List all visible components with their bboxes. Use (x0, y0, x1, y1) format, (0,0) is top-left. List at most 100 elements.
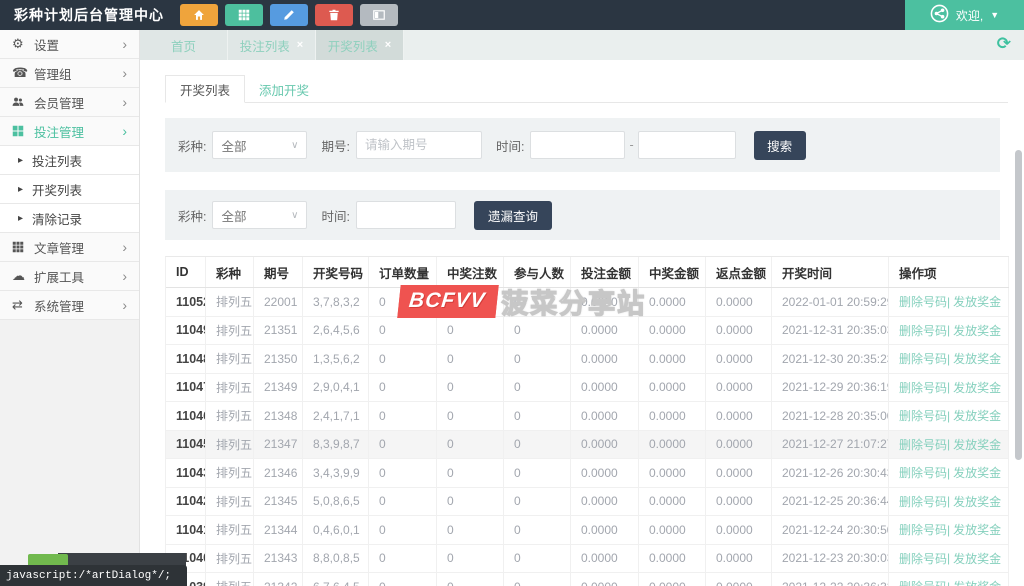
cell-actions: 删除号码| 发放奖金 (889, 488, 1009, 516)
sidebar-item-label: 投注管理 (34, 122, 84, 141)
miss-time-input[interactable] (356, 201, 456, 229)
tab-开奖列表[interactable]: 开奖列表× (316, 30, 404, 60)
column-header: 彩种 (206, 257, 254, 287)
delete-numbers-link[interactable]: 删除号码 (899, 464, 947, 481)
cell-orders: 0 (369, 402, 437, 430)
table-row[interactable]: 11046排列五213482,4,1,7,10000.00000.00000.0… (166, 402, 1009, 431)
lottery-type-select[interactable]: 全部 ∨ (212, 131, 307, 159)
table-row[interactable]: 11045排列五213478,3,9,8,70000.00000.00000.0… (166, 431, 1009, 460)
delete-numbers-link[interactable]: 删除号码 (899, 379, 947, 396)
cell-actions: 删除号码| 发放奖金 (889, 431, 1009, 459)
sidebar-item-设置[interactable]: ⚙设置› (0, 30, 139, 59)
delete-numbers-link[interactable]: 删除号码 (899, 350, 947, 367)
delete-numbers-link[interactable]: 删除号码 (899, 550, 947, 567)
table-row[interactable]: 11049排列五213512,6,4,5,60000.00000.00000.0… (166, 317, 1009, 346)
time-end-input[interactable] (638, 131, 736, 159)
table-row[interactable]: 11048排列五213501,3,5,6,20000.00000.00000.0… (166, 345, 1009, 374)
lottery-type-label: 彩种: (178, 136, 206, 155)
th-icon (238, 9, 250, 21)
close-icon[interactable]: × (297, 39, 303, 51)
cell-bet_amount: 0.0000 (571, 488, 639, 516)
table-row[interactable]: 11043排列五213463,4,3,9,90000.00000.00000.0… (166, 459, 1009, 488)
sidebar-item-管理组[interactable]: ☎管理组› (0, 59, 139, 88)
close-icon[interactable]: × (385, 39, 391, 51)
grant-prize-link[interactable]: 发放奖金 (953, 350, 1001, 367)
search-button[interactable]: 搜索 (754, 131, 806, 160)
sidebar-item-投注管理[interactable]: 投注管理› (0, 117, 139, 146)
grant-prize-link[interactable]: 发放奖金 (953, 407, 1001, 424)
action-separator: | (947, 580, 950, 586)
tab-首页[interactable]: 首页 (140, 30, 228, 60)
grant-prize-link[interactable]: 发放奖金 (953, 578, 1001, 586)
cell-time: 2021-12-23 20:30:03 (772, 545, 889, 573)
sidebar-item-文章管理[interactable]: 文章管理› (0, 233, 139, 262)
grant-prize-link[interactable]: 发放奖金 (953, 293, 1001, 310)
phone-icon: ☎ (12, 65, 34, 81)
cell-orders: 0 (369, 516, 437, 544)
column-header: 订单数量 (369, 257, 437, 287)
grant-prize-link[interactable]: 发放奖金 (953, 379, 1001, 396)
cell-lottery: 排列五 (206, 288, 254, 316)
grant-prize-link[interactable]: 发放奖金 (953, 322, 1001, 339)
time-start-input[interactable] (530, 131, 625, 159)
sidebar-item-扩展工具[interactable]: ☁扩展工具› (0, 262, 139, 291)
subtab-添加开奖[interactable]: 添加开奖 (245, 75, 323, 103)
grant-prize-link[interactable]: 发放奖金 (953, 464, 1001, 481)
vertical-scrollbar-thumb[interactable] (1015, 150, 1022, 460)
miss-lottery-select[interactable]: 全部 ∨ (212, 201, 307, 229)
cell-win_amount: 0.0000 (639, 516, 706, 544)
cell-win_count: 0 (437, 374, 504, 402)
table-row[interactable]: 11039排列五213426,7,6,4,50000.00000.00000.0… (166, 573, 1009, 586)
grant-prize-link[interactable]: 发放奖金 (953, 550, 1001, 567)
table-row[interactable]: 11052排列五220013,7,8,3,20000.00000.00000.0… (166, 288, 1009, 317)
subtab-开奖列表[interactable]: 开奖列表 (165, 75, 245, 103)
chevron-right-icon: › (122, 269, 127, 283)
cell-win_amount: 0.0000 (639, 545, 706, 573)
sidebar-menu: ⚙设置›☎管理组›会员管理›投注管理›▸投注列表▸开奖列表▸清除记录文章管理›☁… (0, 30, 140, 586)
time-label: 时间: (496, 136, 524, 155)
cell-rebate_amount: 0.0000 (706, 374, 772, 402)
sidebar-item-label: 清除记录 (32, 209, 82, 228)
delete-numbers-link[interactable]: 删除号码 (899, 436, 947, 453)
miss-query-button[interactable]: 遗漏查询 (474, 201, 552, 230)
delete-numbers-link[interactable]: 删除号码 (899, 493, 947, 510)
delete-numbers-link[interactable]: 删除号码 (899, 578, 947, 586)
cell-lottery: 排列五 (206, 374, 254, 402)
quick-button-bar (180, 4, 398, 26)
tab-投注列表[interactable]: 投注列表× (228, 30, 316, 60)
sidebar-item-系统管理[interactable]: ⇄系统管理› (0, 291, 139, 320)
lottery-type-value: 全部 (221, 136, 246, 155)
sidebar-item-开奖列表[interactable]: ▸开奖列表 (0, 175, 139, 204)
delete-numbers-link[interactable]: 删除号码 (899, 407, 947, 424)
cell-rebate_amount: 0.0000 (706, 573, 772, 586)
cell-participants: 0 (504, 374, 571, 402)
table-row[interactable]: 11040排列五213438,8,0,8,50000.00000.00000.0… (166, 545, 1009, 574)
table-row[interactable]: 11041排列五213440,4,6,0,10000.00000.00000.0… (166, 516, 1009, 545)
grant-prize-link[interactable]: 发放奖金 (953, 493, 1001, 510)
table-row[interactable]: 11047排列五213492,9,0,4,10000.00000.00000.0… (166, 374, 1009, 403)
sidebar-item-清除记录[interactable]: ▸清除记录 (0, 204, 139, 233)
cell-bet_amount: 0.0000 (571, 573, 639, 586)
user-menu[interactable]: 欢迎, ▼ (905, 0, 1024, 30)
grid-button[interactable] (225, 4, 263, 26)
sidebar-item-label: 文章管理 (34, 238, 84, 257)
users-icon (12, 96, 34, 108)
cell-lottery: 排列五 (206, 459, 254, 487)
home-button[interactable] (180, 4, 218, 26)
issue-input[interactable] (356, 131, 482, 159)
sidebar-item-会员管理[interactable]: 会员管理› (0, 88, 139, 117)
delete-numbers-link[interactable]: 删除号码 (899, 322, 947, 339)
table-row[interactable]: 11042排列五213455,0,8,6,50000.00000.00000.0… (166, 488, 1009, 517)
cell-win_amount: 0.0000 (639, 431, 706, 459)
grant-prize-link[interactable]: 发放奖金 (953, 521, 1001, 538)
delete-button[interactable] (315, 4, 353, 26)
edit-button[interactable] (270, 4, 308, 26)
delete-numbers-link[interactable]: 删除号码 (899, 521, 947, 538)
panel-button[interactable] (360, 4, 398, 26)
action-separator: | (947, 409, 950, 423)
welcome-label: 欢迎, (956, 7, 983, 24)
grant-prize-link[interactable]: 发放奖金 (953, 436, 1001, 453)
delete-numbers-link[interactable]: 删除号码 (899, 293, 947, 310)
refresh-icon[interactable]: ⟳ (997, 35, 1011, 52)
sidebar-item-投注列表[interactable]: ▸投注列表 (0, 146, 139, 175)
